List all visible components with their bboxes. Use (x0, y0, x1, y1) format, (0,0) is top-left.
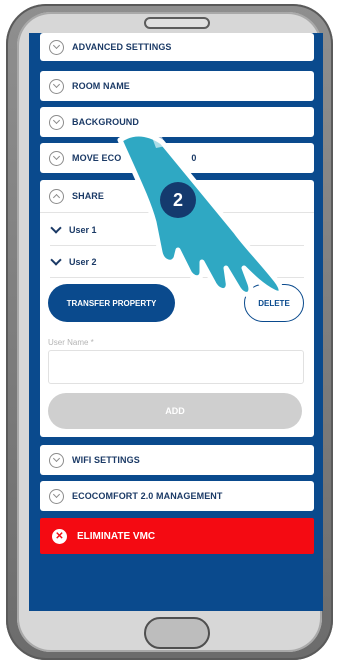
pointing-hand-icon (117, 128, 284, 297)
step-badge: 2 (160, 182, 196, 218)
step-number: 2 (172, 189, 183, 210)
